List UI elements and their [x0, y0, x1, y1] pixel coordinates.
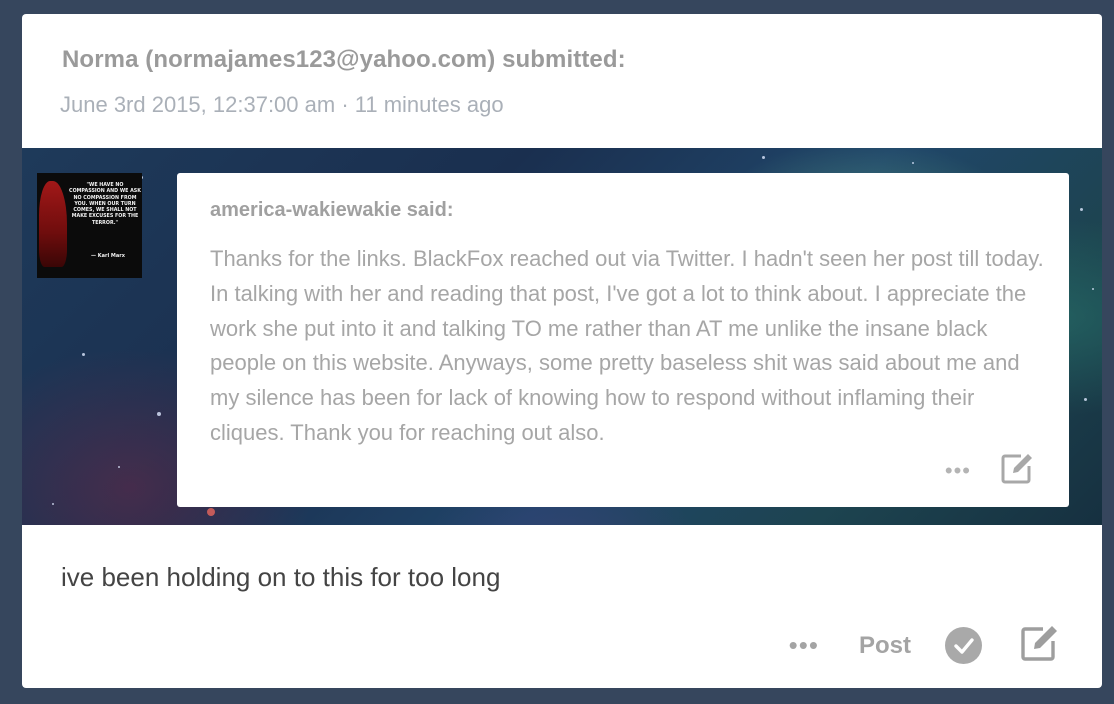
more-options-icon[interactable]: ••• [789, 630, 819, 661]
avatar[interactable]: "We have no compassion and we ask no com… [37, 173, 142, 278]
post-button[interactable]: Post [859, 632, 911, 660]
submission-header: Norma (normajames123@yahoo.com) submitte… [22, 14, 1102, 148]
quoted-post-body: Thanks for the links. BlackFox reached o… [210, 246, 1044, 445]
avatar-quote-author: — Karl Marx [91, 253, 125, 259]
submission-comment: ive been holding on to this for too long [61, 562, 501, 592]
quoted-post-author[interactable]: america-wakiewakie said: [210, 199, 453, 222]
submission-card: Norma (normajames123@yahoo.com) submitte… [22, 14, 1102, 688]
avatar-figure [39, 181, 67, 267]
avatar-quote-text: "We have no compassion and we ask no com… [69, 183, 141, 226]
header-background-image: "We have no compassion and we ask no com… [22, 148, 1102, 525]
check-circle-icon[interactable] [945, 627, 982, 664]
timestamp: June 3rd 2015, 12:37:00 am · 11 minutes … [60, 92, 504, 117]
edit-icon[interactable] [1001, 452, 1035, 489]
quoted-post: america-wakiewakie said: Thanks for the … [177, 173, 1069, 507]
quoted-post-actions: ••• [945, 452, 1035, 489]
footer-actions: ••• Post [789, 624, 1060, 667]
submitter-line: Norma (normajames123@yahoo.com) submitte… [62, 46, 626, 73]
more-options-icon[interactable]: ••• [945, 459, 971, 482]
edit-icon[interactable] [1020, 624, 1060, 667]
